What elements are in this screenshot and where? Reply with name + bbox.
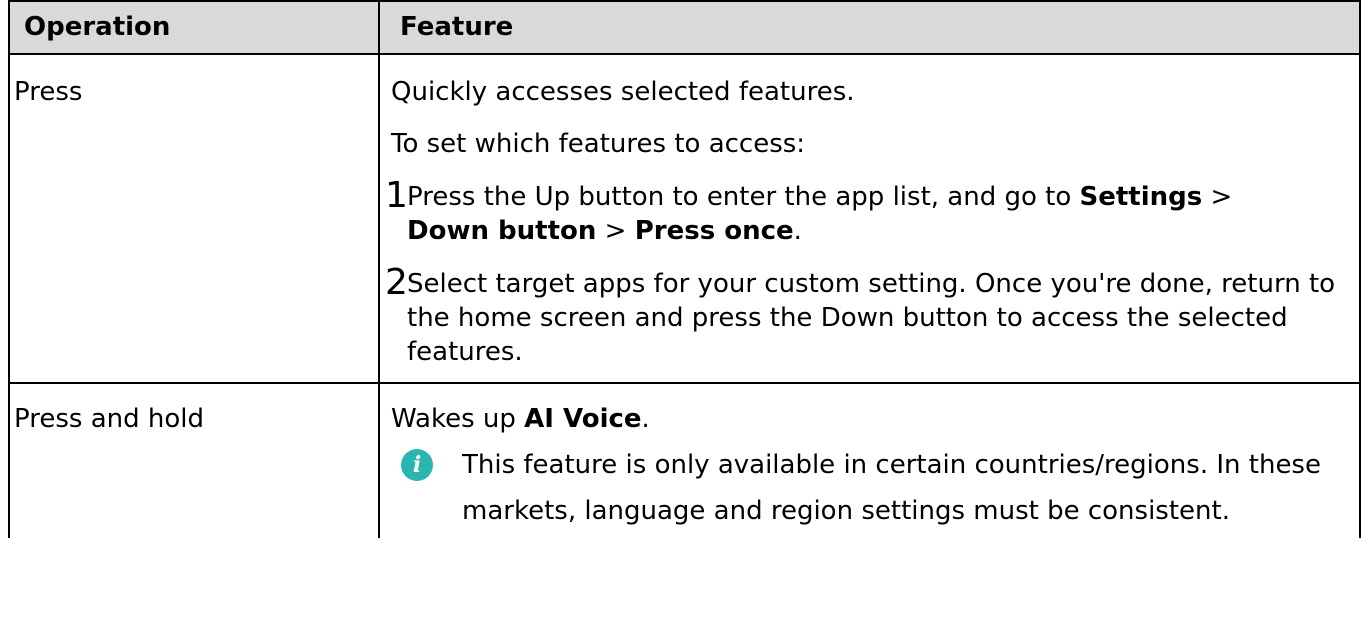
feature-intro: Wakes up AI Voice.: [391, 384, 1359, 436]
path-separator: >: [596, 216, 635, 246]
feature-cell: Wakes up AI Voice. i This feature is onl…: [378, 382, 1361, 538]
intro-text: Wakes up: [391, 404, 525, 434]
note-text: This feature is only available in certai…: [462, 450, 1321, 526]
table-header-row: Operation Feature: [8, 0, 1361, 55]
operations-table: Operation Feature Press Quickly accesses…: [8, 0, 1361, 538]
step-text-end: .: [793, 216, 802, 246]
step-number: 1: [385, 175, 408, 216]
header-operation: Operation: [8, 0, 380, 55]
step-text: Select target apps for your custom setti…: [407, 269, 1336, 367]
operation-cell: Press: [8, 53, 380, 384]
operation-cell: Press and hold: [8, 382, 380, 538]
feature-intro: Quickly accesses selected features.: [391, 77, 855, 107]
menu-press-once: Press once: [634, 216, 794, 246]
step-item: 1 Press the Up button to enter the app l…: [385, 176, 1359, 248]
table-row: Press and hold Wakes up AI Voice. i This…: [8, 382, 1361, 538]
intro-end: .: [641, 404, 650, 434]
feature-setup: To set which features to access:: [391, 129, 806, 159]
menu-down-button: Down button: [407, 216, 597, 246]
step-text: Press the Up button to enter the app lis…: [407, 180, 1359, 248]
header-feature-label: Feature: [400, 12, 514, 42]
ai-voice-label: AI Voice: [524, 404, 642, 434]
header-feature: Feature: [378, 0, 1361, 55]
info-icon: i: [401, 449, 433, 481]
feature-cell: Quickly accesses selected features. To s…: [378, 53, 1361, 384]
table-row: Press Quickly accesses selected features…: [8, 53, 1361, 384]
operation-press: Press: [14, 77, 83, 107]
header-operation-label: Operation: [24, 12, 171, 42]
path-separator: >: [1202, 182, 1233, 212]
operation-press-and-hold: Press and hold: [14, 404, 204, 434]
document-page: Operation Feature Press Quickly accesses…: [0, 0, 1370, 617]
note-block: i This feature is only available in cert…: [391, 442, 1359, 538]
menu-settings: Settings: [1079, 182, 1203, 212]
step-text-part: Press the Up button to enter the app lis…: [407, 182, 1080, 212]
step-item: 2 Select target apps for your custom set…: [385, 263, 1359, 382]
step-number: 2: [385, 262, 408, 303]
